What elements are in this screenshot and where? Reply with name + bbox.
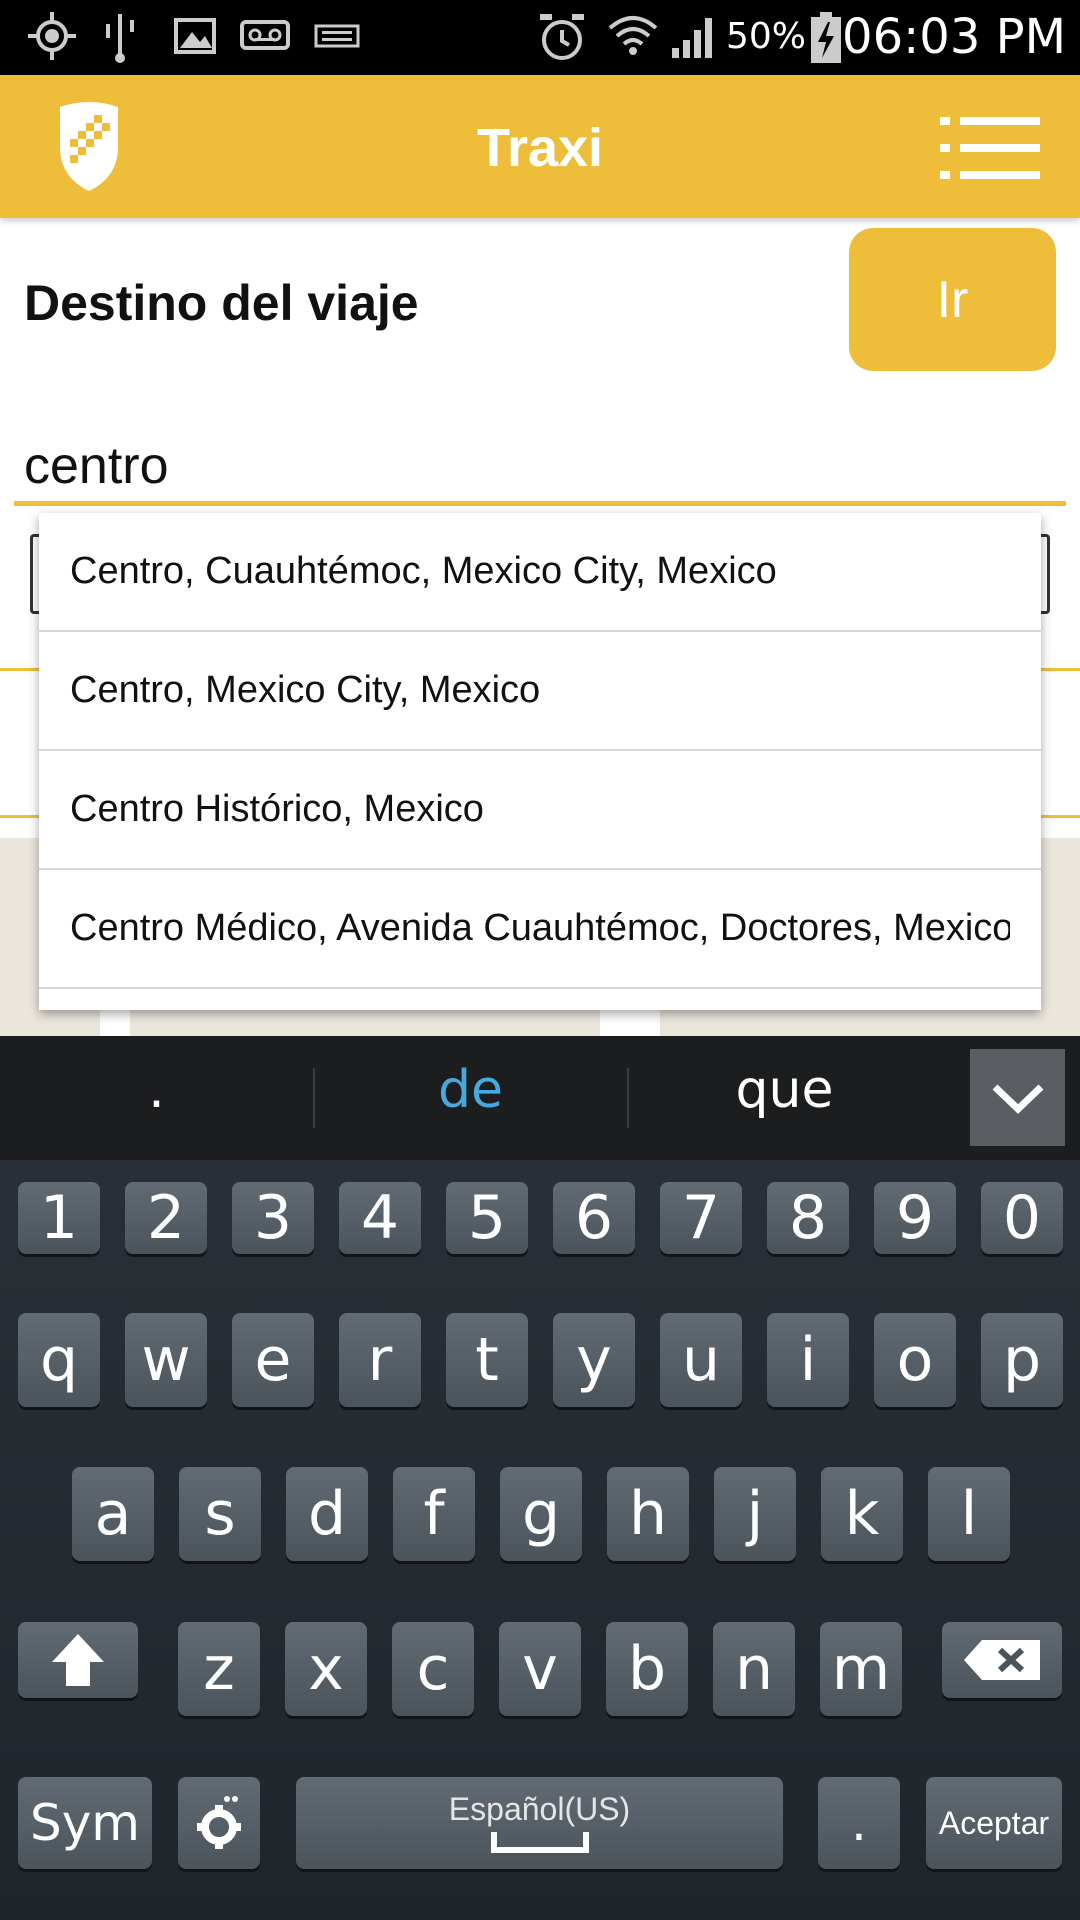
key[interactable]: m bbox=[820, 1622, 902, 1716]
alarm-icon bbox=[540, 14, 584, 60]
backspace-icon bbox=[964, 1640, 1040, 1680]
key[interactable]: y bbox=[553, 1313, 635, 1407]
key[interactable]: i bbox=[767, 1313, 849, 1407]
key[interactable]: 2 bbox=[125, 1182, 207, 1254]
voicemail-icon bbox=[240, 20, 290, 50]
key[interactable]: s bbox=[179, 1467, 261, 1561]
suggestion-item[interactable]: Centro, Mexico City, Mexico bbox=[39, 632, 1041, 751]
backspace-key[interactable] bbox=[942, 1622, 1062, 1698]
go-button[interactable]: Ir bbox=[849, 228, 1056, 371]
key[interactable]: q bbox=[18, 1313, 100, 1407]
space-key-language: Español(US) bbox=[448, 1790, 631, 1827]
key[interactable]: e bbox=[232, 1313, 314, 1407]
battery-percent: 50% bbox=[726, 16, 807, 57]
settings-key[interactable] bbox=[178, 1777, 260, 1869]
key[interactable]: 4 bbox=[339, 1182, 421, 1254]
soft-keyboard: . de que 1234567890 qwertyuiop asdfghjkl zx… bbox=[0, 1036, 1080, 1920]
prediction-item[interactable]: de bbox=[314, 1060, 627, 1120]
key[interactable]: 9 bbox=[874, 1182, 956, 1254]
space-key[interactable]: Español(US) bbox=[296, 1777, 783, 1869]
key[interactable]: k bbox=[821, 1467, 903, 1561]
key[interactable]: b bbox=[606, 1622, 688, 1716]
prediction-item[interactable]: que bbox=[628, 1060, 941, 1120]
suggestion-item[interactable]: Centro Médico, Avenida Cuauhtémoc, Docto… bbox=[39, 870, 1041, 989]
battery-charging-icon bbox=[811, 12, 841, 63]
key[interactable]: h bbox=[607, 1467, 689, 1561]
clock: 06:03 PM bbox=[842, 9, 1066, 65]
key[interactable]: w bbox=[125, 1313, 207, 1407]
key[interactable]: p bbox=[981, 1313, 1063, 1407]
key[interactable]: 3 bbox=[232, 1182, 314, 1254]
key[interactable]: 1 bbox=[18, 1182, 100, 1254]
prediction-bar: . de que bbox=[0, 1036, 1080, 1160]
app-title: Traxi bbox=[476, 118, 604, 178]
prediction-item[interactable]: . bbox=[0, 1060, 313, 1120]
app-bar: Traxi bbox=[0, 75, 1080, 218]
key[interactable]: v bbox=[499, 1622, 581, 1716]
destination-label: Destino del viaje bbox=[24, 275, 419, 331]
screen: 50% 06:03 PM Traxi Destino del viaje Ir bbox=[0, 0, 1080, 1920]
destination-input[interactable] bbox=[14, 430, 1066, 506]
key[interactable]: j bbox=[714, 1467, 796, 1561]
sym-key[interactable]: Sym bbox=[18, 1777, 152, 1869]
space-icon bbox=[490, 1831, 589, 1853]
chevron-down-icon bbox=[992, 1083, 1043, 1114]
collapse-keyboard-button[interactable] bbox=[970, 1049, 1065, 1146]
key[interactable]: c bbox=[392, 1622, 474, 1716]
key[interactable]: f bbox=[393, 1467, 475, 1561]
key[interactable]: u bbox=[660, 1313, 742, 1407]
shift-key[interactable] bbox=[18, 1622, 138, 1698]
suggestions-dropdown: Centro, Cuauhtémoc, Mexico City, Mexico … bbox=[39, 513, 1041, 1010]
key[interactable]: d bbox=[286, 1467, 368, 1561]
key[interactable]: 8 bbox=[767, 1182, 849, 1254]
image-icon bbox=[174, 18, 216, 54]
key[interactable]: z bbox=[178, 1622, 260, 1716]
shift-arrow-icon bbox=[52, 1634, 104, 1686]
period-key[interactable]: . bbox=[818, 1777, 900, 1869]
enter-key[interactable]: Aceptar bbox=[926, 1777, 1062, 1869]
gear-icon bbox=[197, 1796, 241, 1849]
menu-icon[interactable] bbox=[940, 115, 1040, 181]
key[interactable]: l bbox=[928, 1467, 1010, 1561]
key[interactable]: o bbox=[874, 1313, 956, 1407]
keyboard-icon bbox=[314, 24, 360, 48]
status-bar: 50% 06:03 PM bbox=[0, 0, 1080, 75]
key[interactable]: 6 bbox=[553, 1182, 635, 1254]
key[interactable]: t bbox=[446, 1313, 528, 1407]
key[interactable]: r bbox=[339, 1313, 421, 1407]
key[interactable]: g bbox=[500, 1467, 582, 1561]
suggestion-item[interactable]: Centro, Cuauhtémoc, Mexico City, Mexico bbox=[39, 513, 1041, 632]
suggestion-item[interactable]: Centro Histórico, Mexico bbox=[39, 751, 1041, 870]
key[interactable]: x bbox=[285, 1622, 367, 1716]
key[interactable]: 5 bbox=[446, 1182, 528, 1254]
key[interactable]: n bbox=[713, 1622, 795, 1716]
usb-icon bbox=[106, 14, 134, 63]
signal-icon bbox=[672, 18, 712, 58]
key[interactable]: 0 bbox=[981, 1182, 1063, 1254]
gps-icon bbox=[28, 12, 76, 60]
key[interactable]: a bbox=[72, 1467, 154, 1561]
wifi-icon bbox=[608, 16, 658, 55]
key[interactable]: 7 bbox=[660, 1182, 742, 1254]
